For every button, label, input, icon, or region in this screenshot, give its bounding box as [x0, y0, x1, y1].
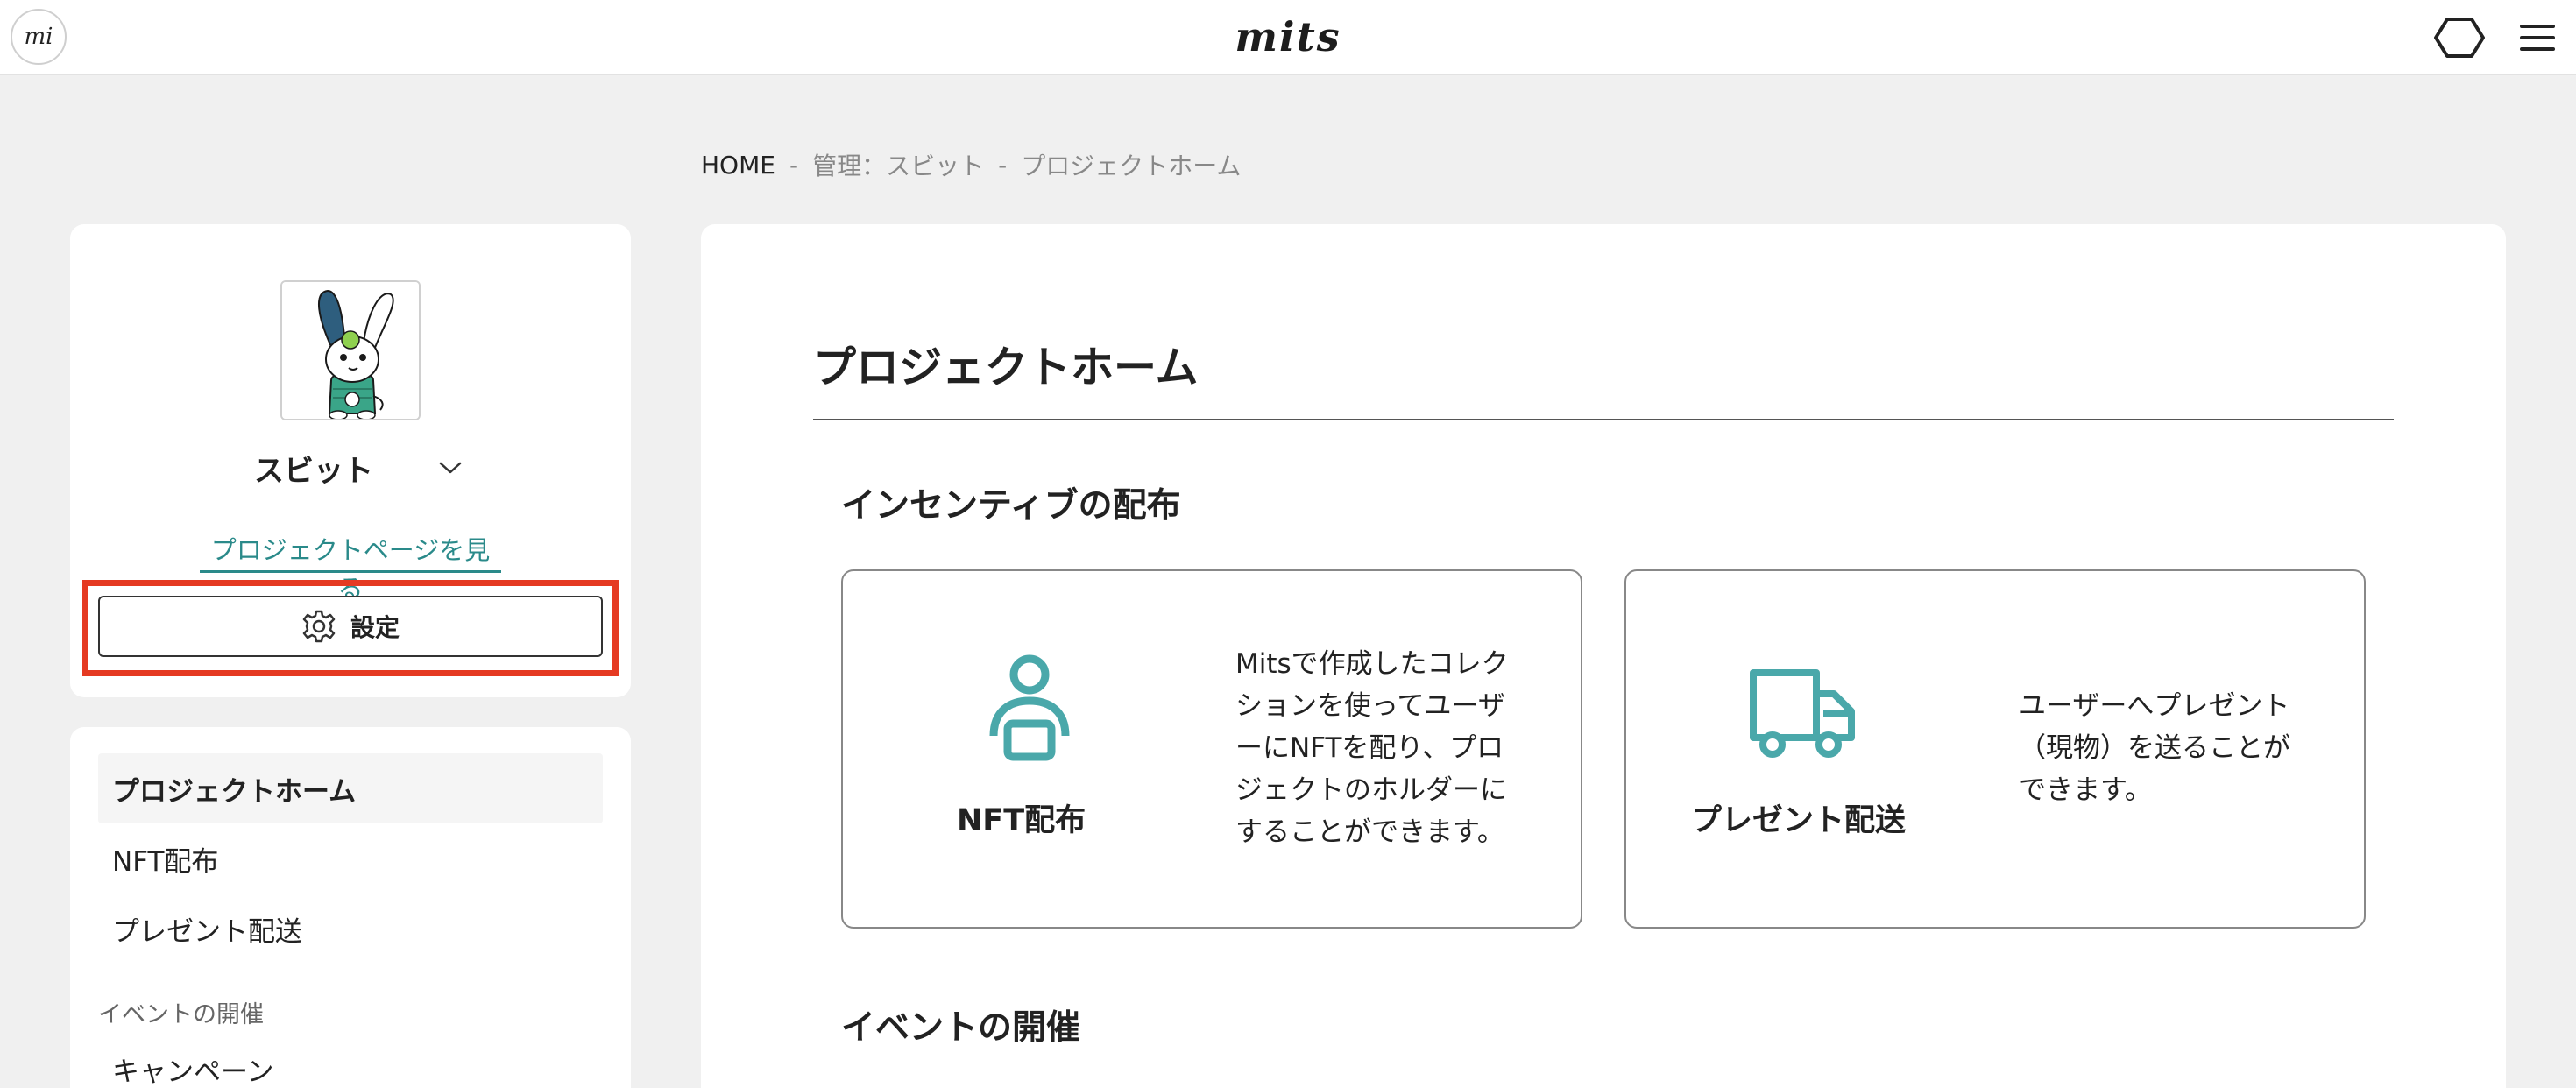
section-title-incentives: インセンティブの配布 [841, 486, 1181, 526]
breadcrumb-admin[interactable]: 管理：スビット [812, 147, 984, 182]
avatar-text: mi [24, 24, 53, 50]
sidebar-item-project-home[interactable]: プロジェクトホーム [98, 753, 603, 823]
sidebar-item-present-delivery[interactable]: プレゼント配送 [98, 894, 603, 964]
breadcrumb-separator: - [789, 150, 799, 180]
top-header: mi mits [0, 0, 2576, 75]
description-line: ーにNFTを配り、プロ [1235, 732, 1504, 764]
description-line: ションを使ってユーザ [1235, 690, 1505, 722]
project-card: スビット プロジェクトページを見る 設定 [70, 224, 631, 697]
gear-icon [302, 610, 336, 643]
description-line: Mitsで作成したコレク [1235, 648, 1509, 680]
user-avatar[interactable]: mi [11, 9, 67, 65]
menu-bar [2520, 47, 2555, 51]
breadcrumb-current: プロジェクトホーム [1021, 152, 1242, 180]
project-avatar [280, 280, 421, 420]
description-line: ジェクトのホルダーに [1235, 774, 1507, 806]
main-content-card: プロジェクトホーム インセンティブの配布 NFT配布 Mitsで作成したコレク … [701, 224, 2506, 1088]
project-name-row: スビット [70, 443, 631, 492]
breadcrumb: HOME - 管理：スビット - プロジェクトホーム [701, 147, 1241, 182]
sidebar-item-nft-distribution[interactable]: NFT配布 [98, 823, 603, 894]
rabbit-mascot-image [282, 282, 419, 419]
hexagon-icon[interactable] [2432, 16, 2487, 60]
settings-label: 設定 [350, 613, 400, 642]
project-page-link[interactable]: プロジェクトページを見る [200, 531, 501, 604]
settings-button[interactable]: 設定 [98, 596, 603, 657]
menu-bar [2520, 36, 2555, 39]
sidebar-section-events: イベントの開催 [98, 1001, 264, 1028]
nft-card-description: Mitsで作成したコレク ションを使ってユーザ ーにNFTを配り、プロ ジェクト… [1235, 643, 1551, 853]
section-title-events: イベントの開催 [841, 1008, 1081, 1048]
present-card-description: ユーザーへプレゼント （現物）を送ることが できます。 [2019, 685, 2334, 811]
sidebar-item-campaign[interactable]: キャンペーン [98, 1034, 603, 1088]
description-line: することができます。 [1235, 816, 1504, 848]
present-delivery-card[interactable]: プレゼント配送 ユーザーへプレゼント （現物）を送ることが できます。 [1624, 569, 2366, 929]
present-card-title: プレゼント配送 [1691, 803, 1907, 838]
nft-distribution-card[interactable]: NFT配布 Mitsで作成したコレク ションを使ってユーザ ーにNFTを配り、プ… [841, 569, 1582, 929]
nft-card-title: NFT配布 [957, 803, 1086, 838]
page-title: プロジェクトホーム [813, 343, 1199, 392]
side-nav-card: プロジェクトホーム NFT配布 プレゼント配送 イベントの開催 キャンペーン [70, 727, 631, 1088]
chevron-down-icon[interactable] [436, 454, 464, 482]
breadcrumb-home[interactable]: HOME [701, 151, 775, 180]
title-divider [813, 419, 2394, 420]
project-name: スビット [254, 453, 373, 489]
mits-logo[interactable]: mits [1227, 11, 1349, 63]
hamburger-menu-icon[interactable] [2516, 19, 2558, 56]
truck-icon [1745, 659, 1859, 773]
description-line: できます。 [2019, 774, 2152, 806]
breadcrumb-separator: - [998, 150, 1008, 180]
description-line: ユーザーへプレゼント [2019, 690, 2290, 722]
menu-bar [2520, 25, 2555, 28]
description-line: （現物）を送ることが [2019, 732, 2290, 764]
person-icon [973, 652, 1086, 766]
